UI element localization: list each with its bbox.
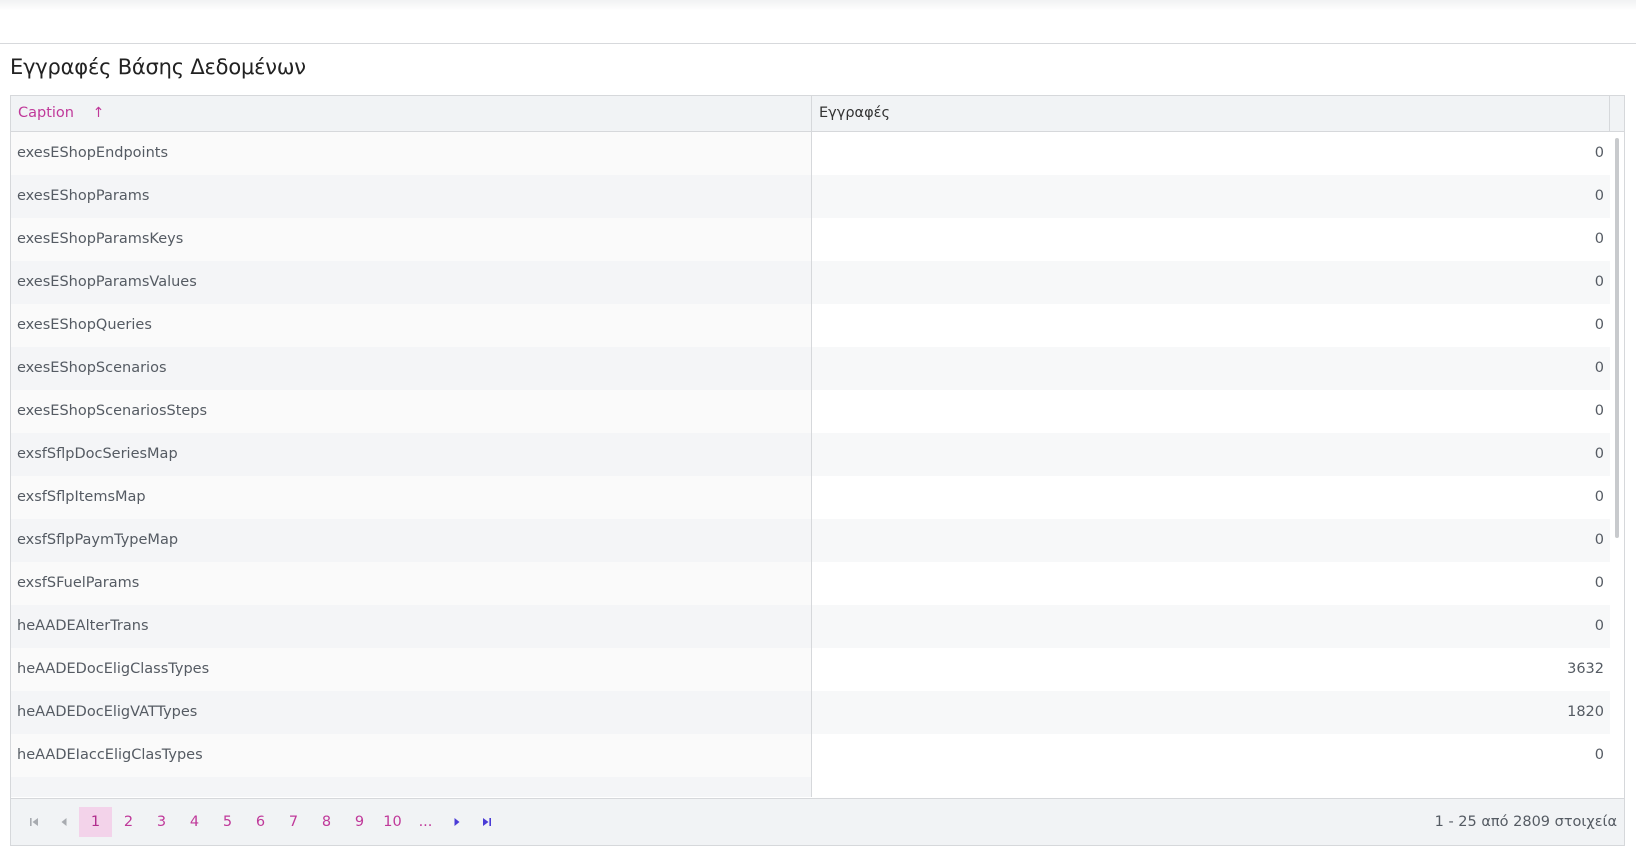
next-page-icon[interactable]	[442, 807, 472, 837]
column-header-caption[interactable]: Caption ↑	[11, 96, 812, 131]
cell-caption: exesEShopParams	[11, 175, 812, 218]
page-number-2[interactable]: 2	[112, 807, 145, 837]
table-row[interactable]: exesEShopParamsKeys 0	[11, 218, 1610, 261]
page-numbers: 1 2 3 4 5 6 7 8 9 10...	[79, 807, 442, 837]
scrollbar-thumb[interactable]	[1615, 138, 1619, 538]
cell-caption: heAADEIaccEligClasTypes	[11, 734, 812, 777]
pager-info: 1 - 25 από 2809 στοιχεία	[1434, 814, 1617, 830]
cell-caption: exesEShopQueries	[11, 304, 812, 347]
table-row[interactable]: exesEShopScenarios 0	[11, 347, 1610, 390]
cell-records: 0	[812, 519, 1610, 562]
page-number-3[interactable]: 3	[145, 807, 178, 837]
table-row[interactable]: exesEShopParams 0	[11, 175, 1610, 218]
cell-caption: exesEShopScenariosSteps	[11, 390, 812, 433]
table-row[interactable]: exesEShopParamsValues 0	[11, 261, 1610, 304]
table-row[interactable]: exsfSflpDocSeriesMap 0	[11, 433, 1610, 476]
cell-records: 0	[812, 175, 1610, 218]
page-number-8[interactable]: 8	[310, 807, 343, 837]
table-row[interactable]: exesEShopEndpoints 0	[11, 132, 1610, 175]
records-grid: Caption ↑ Εγγραφές exesEShopEndpoints 0 ex…	[10, 95, 1625, 846]
cell-caption: exesEShopScenarios	[11, 347, 812, 390]
cell-caption: exsfSflpItemsMap	[11, 476, 812, 519]
cell-records: 0	[812, 476, 1610, 519]
page-number-9[interactable]: 9	[343, 807, 376, 837]
first-page-icon[interactable]	[19, 807, 49, 837]
page-number-10[interactable]: 10	[376, 807, 409, 837]
cell-caption: exesEShopEndpoints	[11, 132, 812, 175]
page-number-6[interactable]: 6	[244, 807, 277, 837]
page-ellipsis[interactable]: ...	[409, 807, 442, 837]
cell-records: 0	[812, 347, 1610, 390]
page-number-7[interactable]: 7	[277, 807, 310, 837]
cell-records: 0	[812, 218, 1610, 261]
arrow-up-icon: ↑	[92, 105, 105, 121]
cell-caption: exesEShopParamsKeys	[11, 218, 812, 261]
cell-records: 0	[812, 132, 1610, 175]
prev-page-icon[interactable]	[49, 807, 79, 837]
table-row[interactable]: heAADEAlterTrans 0	[11, 605, 1610, 648]
page-number-4[interactable]: 4	[178, 807, 211, 837]
page-title: Εγγραφές Βάσης Δεδομένων	[10, 55, 306, 79]
cell-caption: heAADEDocEligVATTypes	[11, 691, 812, 734]
cell-records: 1820	[812, 691, 1610, 734]
cell-records: 0	[812, 261, 1610, 304]
cell-caption: exsfSFuelParams	[11, 562, 812, 605]
page-number-1[interactable]: 1	[79, 807, 112, 837]
top-bar	[0, 0, 1636, 44]
grid-body[interactable]: exesEShopEndpoints 0 exesEShopParams 0 exesE…	[11, 132, 1624, 797]
grid-header: Caption ↑ Εγγραφές	[11, 96, 1624, 132]
table-row[interactable]: exsfSflpPaymTypeMap 0	[11, 519, 1610, 562]
cell-caption: exsfSflpDocSeriesMap	[11, 433, 812, 476]
cell-records: 0	[812, 304, 1610, 347]
cell-caption: exsfSflpPaymTypeMap	[11, 519, 812, 562]
last-page-icon[interactable]	[472, 807, 502, 837]
vertical-scrollbar[interactable]	[1610, 132, 1624, 797]
column-header-records-label: Εγγραφές	[819, 105, 890, 121]
column-header-caption-label: Caption	[18, 105, 74, 121]
table-row[interactable]: heAADEDocEligVATTypes 1820	[11, 691, 1610, 734]
partial-row	[11, 777, 812, 797]
cell-records: 0	[812, 390, 1610, 433]
table-row[interactable]: exsfSFuelParams 0	[11, 562, 1610, 605]
column-header-records[interactable]: Εγγραφές	[812, 96, 1610, 131]
header-scroll-spacer	[1610, 96, 1624, 131]
cell-records: 0	[812, 562, 1610, 605]
table-row[interactable]: heAADEIaccEligClasTypes 0	[11, 734, 1610, 777]
cell-caption: heAADEAlterTrans	[11, 605, 812, 648]
pager: 1 2 3 4 5 6 7 8 9 10... 1 - 25 από 2809 στοιχεία	[11, 798, 1624, 845]
cell-caption: exesEShopParamsValues	[11, 261, 812, 304]
cell-records: 0	[812, 605, 1610, 648]
cell-records: 0	[812, 734, 1610, 777]
cell-records: 3632	[812, 648, 1610, 691]
table-row[interactable]: exsfSflpItemsMap 0	[11, 476, 1610, 519]
grid-rows: exesEShopEndpoints 0 exesEShopParams 0 exesE…	[11, 132, 1610, 777]
cell-caption: heAADEDocEligClassTypes	[11, 648, 812, 691]
table-row[interactable]: exesEShopScenariosSteps 0	[11, 390, 1610, 433]
cell-records: 0	[812, 433, 1610, 476]
table-row[interactable]: heAADEDocEligClassTypes 3632	[11, 648, 1610, 691]
page-number-5[interactable]: 5	[211, 807, 244, 837]
table-row[interactable]: exesEShopQueries 0	[11, 304, 1610, 347]
